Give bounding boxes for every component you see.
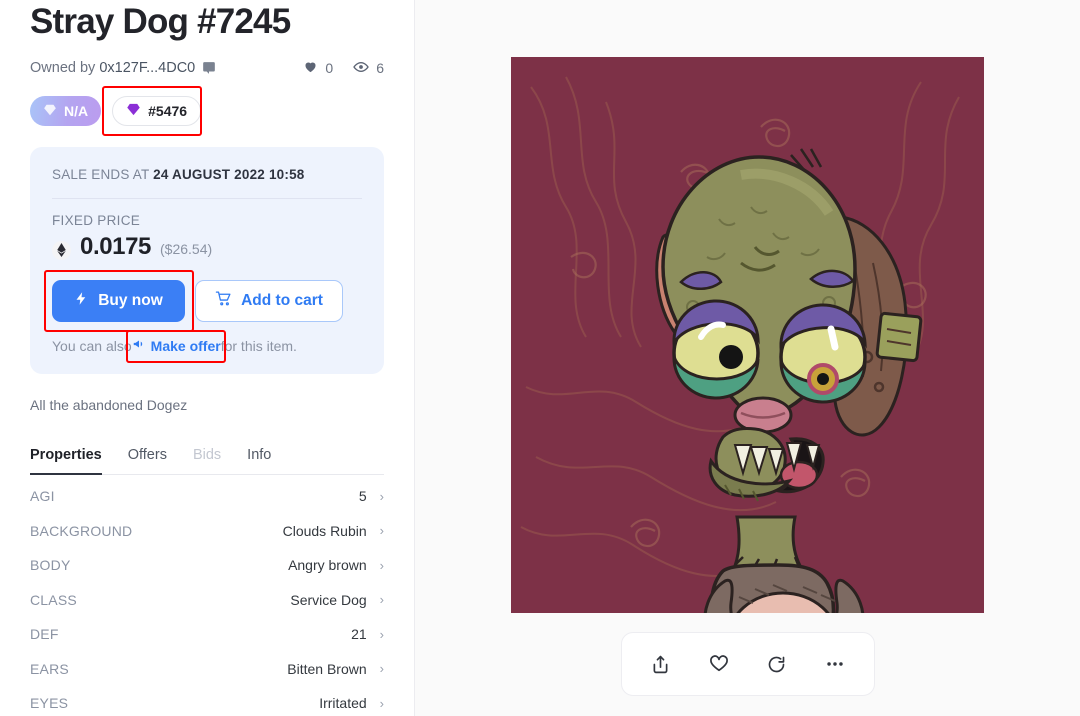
item-details-panel: Stray Dog #7245 Owned by 0x127F...4DC0 0 bbox=[0, 0, 415, 716]
property-value: Service Dog bbox=[290, 591, 367, 608]
owned-by-text: Owned by bbox=[30, 60, 96, 76]
buy-now-button[interactable]: Buy now bbox=[52, 280, 185, 322]
shopping-cart-icon bbox=[215, 290, 232, 312]
properties-list: AGI 5 › BACKGROUND Clouds Rubin › BODY A… bbox=[30, 479, 384, 716]
chevron-right-icon: › bbox=[379, 661, 384, 677]
detail-tabs: Properties Offers Bids Info bbox=[30, 447, 384, 475]
rarity-rank-badge[interactable]: N/A bbox=[30, 96, 102, 126]
more-horizontal-icon[interactable] bbox=[815, 644, 855, 684]
tab-offers[interactable]: Offers bbox=[128, 447, 167, 474]
property-value: Clouds Rubin bbox=[282, 522, 367, 539]
lightning-bolt-icon bbox=[74, 290, 89, 312]
media-panel bbox=[415, 0, 1080, 716]
sale-card: SALE ENDS AT 24 AUGUST 2022 10:58 FIXED … bbox=[30, 147, 384, 374]
property-value: Angry brown bbox=[288, 557, 367, 574]
chevron-right-icon: › bbox=[379, 523, 384, 539]
sale-divider bbox=[52, 198, 362, 199]
tab-info[interactable]: Info bbox=[247, 447, 271, 474]
tab-bids[interactable]: Bids bbox=[193, 447, 221, 474]
chevron-right-icon: › bbox=[379, 557, 384, 573]
owned-by-label: Owned by 0x127F...4DC0 bbox=[30, 60, 195, 76]
price-row: 0.0175 ($26.54) bbox=[52, 233, 362, 261]
buy-now-label: Buy now bbox=[98, 292, 163, 309]
badge-row: N/A #5476 bbox=[30, 86, 384, 136]
property-row[interactable]: DEF 21 › bbox=[30, 617, 384, 652]
property-row[interactable]: CLASS Service Dog › bbox=[30, 583, 384, 618]
views-count: 6 bbox=[376, 60, 384, 76]
sale-ends-row: SALE ENDS AT 24 AUGUST 2022 10:58 bbox=[52, 167, 362, 182]
property-row[interactable]: AGI 5 › bbox=[30, 479, 384, 514]
collection-description: All the abandoned Dogez bbox=[30, 397, 188, 413]
property-key: EARS bbox=[30, 660, 69, 677]
add-to-cart-label: Add to cart bbox=[241, 292, 323, 309]
property-row[interactable]: EARS Bitten Brown › bbox=[30, 652, 384, 687]
chevron-right-icon: › bbox=[379, 592, 384, 608]
purchase-button-row: Buy now Add to cart bbox=[44, 270, 362, 332]
nft-artwork[interactable] bbox=[511, 57, 984, 613]
owner-row: Owned by 0x127F...4DC0 0 6 bbox=[30, 58, 384, 78]
rarity-rank-label: N/A bbox=[64, 103, 89, 119]
price-type-label: FIXED PRICE bbox=[52, 213, 141, 228]
chevron-right-icon: › bbox=[379, 695, 384, 711]
megaphone-icon bbox=[132, 337, 146, 354]
token-id-badge[interactable]: #5476 bbox=[112, 96, 202, 126]
chevron-right-icon: › bbox=[379, 626, 384, 642]
views-stat: 6 bbox=[353, 59, 384, 78]
likes-count: 0 bbox=[325, 60, 334, 76]
chevron-right-icon: › bbox=[379, 488, 384, 504]
item-stats: 0 6 bbox=[303, 59, 384, 78]
property-value: 21 bbox=[351, 626, 367, 643]
share-upload-icon[interactable] bbox=[641, 644, 681, 684]
property-value: 5 bbox=[358, 488, 367, 505]
ethereum-icon bbox=[52, 240, 71, 260]
property-value: Irritated bbox=[319, 695, 367, 712]
likes-stat[interactable]: 0 bbox=[303, 59, 333, 77]
token-id-label: #5476 bbox=[148, 103, 188, 119]
property-row[interactable]: BACKGROUND Clouds Rubin › bbox=[30, 514, 384, 549]
property-row[interactable]: EYES Irritated › bbox=[30, 686, 384, 716]
eye-icon bbox=[353, 59, 369, 78]
nft-item-page: Stray Dog #7245 Owned by 0x127F...4DC0 0 bbox=[0, 0, 1080, 716]
sale-ends-prefix: SALE ENDS AT bbox=[52, 167, 154, 182]
sale-ends-date: 24 AUGUST 2022 10:58 bbox=[153, 167, 305, 182]
diamond-icon bbox=[43, 103, 57, 120]
property-key: BODY bbox=[30, 557, 71, 574]
make-offer-suffix: for this item. bbox=[220, 337, 297, 354]
make-offer-link[interactable]: Make offer bbox=[132, 337, 221, 354]
property-key: DEF bbox=[30, 626, 59, 643]
heart-filled-icon bbox=[303, 59, 318, 77]
refresh-rotate-icon[interactable] bbox=[757, 644, 797, 684]
property-row[interactable]: BODY Angry brown › bbox=[30, 548, 384, 583]
tab-properties[interactable]: Properties bbox=[30, 447, 102, 475]
make-offer-prefix: You can also bbox=[52, 337, 132, 354]
diamond-icon bbox=[126, 102, 141, 120]
property-value: Bitten Brown bbox=[287, 660, 367, 677]
owner-address[interactable]: 0x127F...4DC0 bbox=[99, 60, 195, 76]
chat-bubble-icon[interactable] bbox=[202, 61, 216, 75]
page-title: Stray Dog #7245 bbox=[30, 2, 291, 41]
property-key: EYES bbox=[30, 695, 69, 712]
property-key: AGI bbox=[30, 488, 55, 505]
nft-artwork-image bbox=[511, 57, 984, 613]
make-offer-label: Make offer bbox=[150, 337, 221, 354]
add-to-cart-button[interactable]: Add to cart bbox=[195, 280, 343, 322]
price-usd-value: ($26.54) bbox=[160, 241, 213, 257]
make-offer-line: You can also Make offer for this item. bbox=[52, 330, 362, 363]
artwork-action-bar bbox=[620, 632, 875, 696]
property-key: CLASS bbox=[30, 591, 77, 608]
price-value: 0.0175 bbox=[80, 233, 152, 260]
property-key: BACKGROUND bbox=[30, 522, 133, 539]
heart-outline-icon[interactable] bbox=[699, 644, 739, 684]
